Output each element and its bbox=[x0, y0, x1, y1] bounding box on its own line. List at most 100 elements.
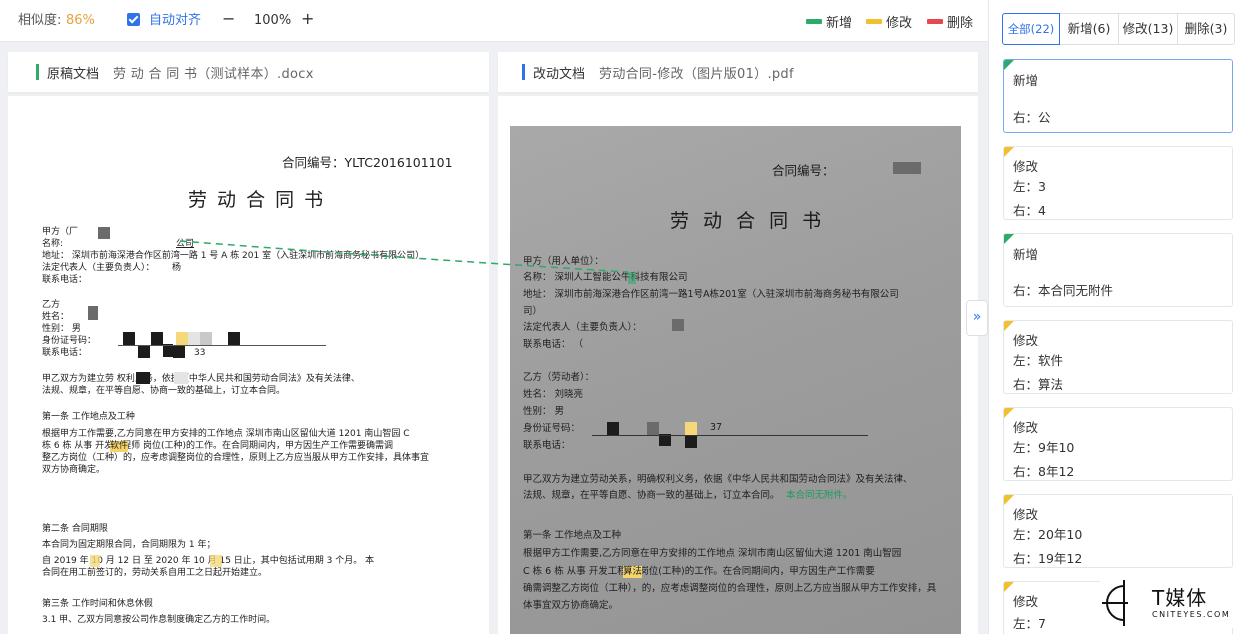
diff-card[interactable]: 新增 右：公 bbox=[1003, 59, 1233, 133]
diff-panel: 全部(22) 新增(6) 修改(13) 删除(3) 新增 右：公 修改 左：3 … bbox=[988, 0, 1252, 634]
similarity-label: 相似度: bbox=[18, 13, 62, 28]
watermark-title: T媒体 bbox=[1152, 586, 1208, 610]
watermark-subtitle: CNITEYES.COM bbox=[1152, 610, 1231, 619]
diff-card-type: 修改 bbox=[1013, 420, 1039, 435]
article-line: 确需调整乙方岗位（工种），的，应考虑调整岗位的合理性，原则上乙方应当服从甲方工作… bbox=[523, 583, 937, 594]
article-title: 第二条 合同期限 bbox=[42, 524, 108, 534]
diff-card[interactable]: 修改 左：20年10 右：19年12 bbox=[1003, 494, 1233, 568]
article-line: 双方协商确定。 bbox=[42, 465, 106, 475]
top-toolbar: 相似度: 86% 自动对齐 − 100% + 新增 修改 删除 bbox=[0, 0, 988, 42]
diff-filter-tabs: 全部(22) 新增(6) 修改(13) 删除(3) bbox=[1002, 13, 1235, 45]
diff-card-type: 修改 bbox=[1013, 333, 1039, 348]
tab-modified[interactable]: 修改(13) bbox=[1118, 13, 1178, 45]
legend-delete-swatch bbox=[927, 19, 943, 24]
original-document-page[interactable]: 合同编号：YLTC2016101101 劳 动 合 同 书 甲方（厂 名称: 公… bbox=[8, 96, 489, 634]
party-a-heading: 甲方（厂 bbox=[42, 227, 79, 237]
auto-align-label[interactable]: 自动对齐 bbox=[149, 12, 201, 30]
party-b-line: 性别： 男 bbox=[42, 324, 81, 334]
added-highlight[interactable] bbox=[628, 272, 636, 284]
party-a-line: 名称: bbox=[42, 239, 64, 249]
article-line: 合同在用工前签订的，劳动关系自用工之日起开始建立。 bbox=[42, 568, 268, 578]
diff-card-type: 修改 bbox=[1013, 594, 1039, 609]
added-marker-icon bbox=[1004, 234, 1014, 244]
contract-number: 合同编号：YLTC2016101101 bbox=[282, 155, 453, 170]
modified-highlight[interactable] bbox=[90, 555, 100, 567]
redaction-mask bbox=[136, 372, 150, 384]
legend-add-label: 新增 bbox=[826, 16, 853, 31]
article-line: 3.1 甲、乙双方同意按公司作息制度确定乙方的工作时间。 bbox=[42, 615, 276, 625]
redaction-mask bbox=[672, 319, 684, 331]
legend-modify-label: 修改 bbox=[886, 16, 913, 31]
diff-card-type: 新增 bbox=[1013, 247, 1039, 262]
diff-card-line: 右：算法 bbox=[1013, 377, 1064, 392]
tab-all[interactable]: 全部(22) bbox=[1002, 13, 1060, 45]
redaction-mask bbox=[176, 332, 188, 345]
redaction-mask bbox=[98, 227, 110, 239]
legend-delete: 删除 bbox=[927, 12, 973, 31]
watermark-logo: T媒体 CNITEYES.COM bbox=[1100, 576, 1250, 628]
revised-doc-marker bbox=[522, 64, 525, 80]
legend-delete-label: 删除 bbox=[947, 16, 974, 31]
original-doc-marker bbox=[36, 64, 39, 80]
redaction-mask bbox=[188, 332, 200, 345]
intro-line: 法规、规章，在平等自愿、协商一致的基础上，订立本合同。 bbox=[523, 490, 780, 501]
legend-modify: 修改 bbox=[866, 12, 912, 31]
party-b-line: 身份证号码： bbox=[523, 423, 581, 434]
redaction-mask bbox=[685, 422, 697, 436]
article-line: 栋 6 栋 从事 开发工程师 岗位(工种)的工作。在合同期间内，甲方因生产工作需… bbox=[42, 441, 394, 451]
original-doc-filename: 劳 动 合 同 书（测试样本）.docx bbox=[113, 66, 314, 82]
article-line: 体事宜双方协商确定。 bbox=[523, 600, 619, 611]
diff-card-type: 修改 bbox=[1013, 159, 1039, 174]
party-b-line: 性别： 男 bbox=[523, 406, 565, 417]
diff-card-line: 左：9年10 bbox=[1013, 440, 1075, 455]
zoom-in-button[interactable]: + bbox=[301, 10, 314, 28]
party-a-line: 地址： 深圳市前海深港合作区前湾一路1号A栋201室（入驻深圳市前海商务秘书有限… bbox=[523, 289, 899, 300]
legend-add: 新增 bbox=[806, 12, 852, 31]
collapse-panel-button[interactable]: » bbox=[966, 300, 988, 336]
revised-doc-kind: 改动文档 bbox=[533, 66, 586, 82]
revised-doc-header: 改动文档 劳动合同-修改（图片版01）.pdf bbox=[498, 52, 978, 92]
diff-card-type: 新增 bbox=[1013, 73, 1039, 88]
diff-card-line: 右：4 bbox=[1013, 203, 1046, 218]
zoom-level: 100% bbox=[254, 13, 292, 28]
tab-deleted[interactable]: 删除(3) bbox=[1177, 13, 1235, 45]
party-a-line: 地址： 深圳市前海深港合作区前湾一路 1 号 A 栋 201 室（入驻深圳市前海… bbox=[42, 251, 425, 261]
redaction-mask bbox=[174, 372, 188, 384]
modified-highlight[interactable] bbox=[210, 555, 222, 567]
party-a-line: 法定代表人（主要负责人）： bbox=[523, 322, 642, 333]
redaction-mask bbox=[228, 332, 240, 345]
article-line: 整乙方岗位（工种）的，应考虑调整岗位的合理性，原则上乙方应当服从甲方工作安排，具… bbox=[42, 453, 430, 463]
party-b-phone-tail: 33 bbox=[194, 348, 206, 358]
party-a-line: 司） bbox=[523, 306, 543, 317]
modified-highlight[interactable]: 算法 bbox=[623, 566, 643, 578]
redaction-mask bbox=[123, 332, 135, 345]
diff-card[interactable]: 修改 左：3 右：4 bbox=[1003, 146, 1233, 220]
diff-card-line: 右：公 bbox=[1013, 110, 1051, 125]
revised-document-scan[interactable]: 合同编号： 劳 动 合 同 书 甲方（用人单位）： 名称： 深圳人工智能公牛科技… bbox=[510, 126, 961, 634]
party-b-line: 身份证号码： bbox=[42, 336, 97, 346]
auto-align-checkbox[interactable] bbox=[127, 13, 140, 26]
modified-highlight[interactable]: 软件 bbox=[110, 441, 129, 452]
party-b-line: 姓名： bbox=[42, 312, 70, 322]
redaction-mask bbox=[893, 162, 921, 174]
diff-card[interactable]: 新增 右：本合同无附件 bbox=[1003, 233, 1233, 307]
redaction-mask bbox=[685, 436, 697, 448]
added-highlight[interactable]: 本合同无附件。 bbox=[786, 490, 853, 502]
underline-rule bbox=[592, 435, 868, 436]
diff-card[interactable]: 修改 左：9年10 右：8年12 bbox=[1003, 407, 1233, 481]
party-a-line: 联系电话： bbox=[42, 275, 88, 285]
redaction-mask bbox=[200, 332, 212, 345]
article-line: C 栋 6 栋 从事 开发工程师 岗位(工种)的工作。在合同期间内，甲方因生产工… bbox=[523, 566, 875, 577]
party-a-name-tail: 公司 bbox=[176, 239, 195, 249]
added-marker-icon bbox=[1004, 60, 1014, 70]
redaction-mask bbox=[151, 332, 163, 345]
diff-card[interactable]: 修改 左：软件 右：算法 bbox=[1003, 320, 1233, 394]
diff-card-type: 修改 bbox=[1013, 507, 1039, 522]
tab-added[interactable]: 新增(6) bbox=[1059, 13, 1119, 45]
article-title: 第一条 工作地点及工种 bbox=[523, 530, 622, 541]
diff-card-line: 左：7 bbox=[1013, 616, 1046, 631]
redaction-mask bbox=[647, 422, 659, 436]
original-doc-header: 原稿文档 劳 动 合 同 书（测试样本）.docx bbox=[8, 52, 489, 92]
zoom-out-button[interactable]: − bbox=[222, 10, 235, 28]
contract-number: 合同编号： bbox=[772, 163, 835, 178]
